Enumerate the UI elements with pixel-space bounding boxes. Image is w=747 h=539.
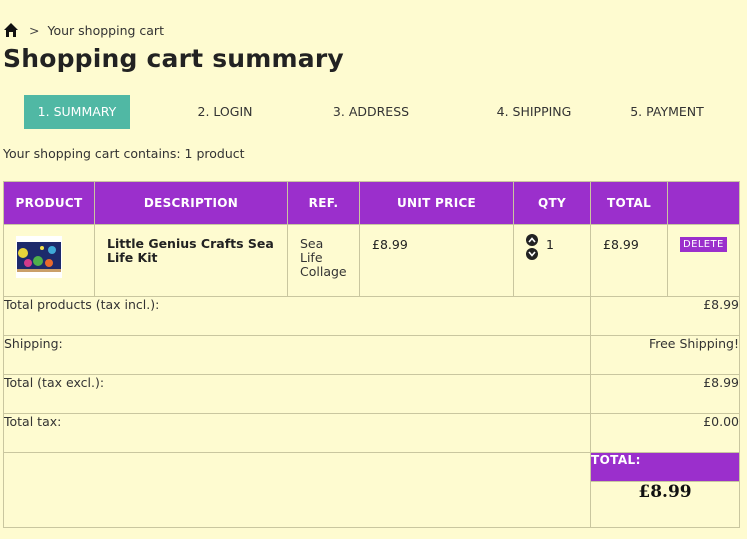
grand-total-label-row: TOTAL: xyxy=(3,452,740,528)
header-total: TOTAL xyxy=(590,181,668,225)
step-address[interactable]: 3. ADDRESS xyxy=(318,95,424,129)
total-products-row: Total products (tax incl.): £8.99 xyxy=(3,296,740,336)
step-shipping[interactable]: 4. SHIPPING xyxy=(464,95,604,129)
unit-price: £8.99 xyxy=(372,237,408,252)
total-excl-value: £8.99 xyxy=(590,374,740,414)
cart-table: PRODUCT DESCRIPTION REF. UNIT PRICE QTY … xyxy=(3,181,740,528)
breadcrumb-separator: > xyxy=(29,22,40,38)
quantity-stepper: 1 xyxy=(514,225,590,260)
total-tax-label: Total tax: xyxy=(3,413,591,453)
home-icon[interactable] xyxy=(3,22,19,38)
product-thumbnail[interactable] xyxy=(16,236,62,278)
checkout-steps: 1. SUMMARY 2. LOGIN 3. ADDRESS 4. SHIPPI… xyxy=(24,95,724,129)
step-login[interactable]: 2. LOGIN xyxy=(172,95,278,129)
header-actions xyxy=(667,181,740,225)
breadcrumb-current: Your shopping cart xyxy=(47,22,164,38)
step-payment[interactable]: 5. PAYMENT xyxy=(612,95,722,129)
header-product: PRODUCT xyxy=(3,181,95,225)
qty-decrease-icon[interactable] xyxy=(526,248,538,260)
product-ref: Sea Life Collage xyxy=(300,236,347,279)
product-name-link[interactable]: Little Genius Crafts Sea Life Kit xyxy=(95,225,287,265)
qty-increase-icon[interactable] xyxy=(526,234,538,246)
header-description: DESCRIPTION xyxy=(94,181,288,225)
cart-count-text: Your shopping cart contains: 1 product xyxy=(3,146,245,161)
total-tax-value: £0.00 xyxy=(590,413,740,453)
total-excl-label: Total (tax excl.): xyxy=(3,374,591,414)
total-products-value: £8.99 xyxy=(590,296,740,336)
shipping-label: Shipping: xyxy=(3,335,591,375)
table-row: Little Genius Crafts Sea Life Kit Sea Li… xyxy=(3,224,740,297)
step-summary[interactable]: 1. SUMMARY xyxy=(24,95,130,129)
shipping-row: Shipping: Free Shipping! xyxy=(3,335,740,375)
qty-value: 1 xyxy=(546,237,554,252)
header-qty: QTY xyxy=(513,181,591,225)
page-title: Shopping cart summary xyxy=(3,44,344,73)
line-total: £8.99 xyxy=(603,237,639,252)
total-excl-row: Total (tax excl.): £8.99 xyxy=(3,374,740,414)
delete-button[interactable]: DELETE xyxy=(680,237,727,252)
header-ref: REF. xyxy=(287,181,360,225)
grand-total-value: £8.99 xyxy=(590,481,740,528)
header-unit-price: UNIT PRICE xyxy=(359,181,514,225)
grand-total-label: TOTAL: xyxy=(590,452,740,482)
total-products-label: Total products (tax incl.): xyxy=(3,296,591,336)
shipping-value: Free Shipping! xyxy=(590,335,740,375)
total-tax-row: Total tax: £0.00 xyxy=(3,413,740,453)
breadcrumb: > Your shopping cart xyxy=(3,21,164,39)
